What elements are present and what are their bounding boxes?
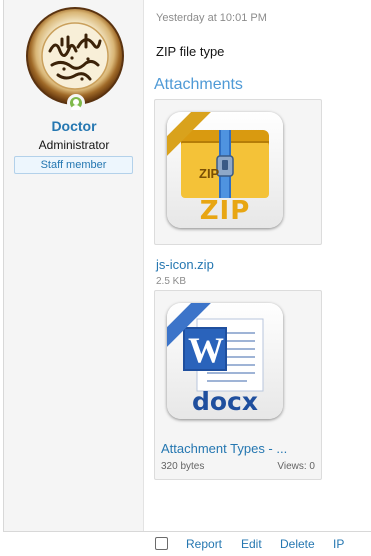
delete-link[interactable]: Delete [280,537,315,551]
ip-link[interactable]: IP [333,537,344,551]
username-link[interactable]: Doctor [4,118,144,134]
zip-small-label: ZIP [199,166,220,181]
attachment-views: Views: 0 [277,461,315,472]
attachment-size: 2.5 KB [156,276,187,287]
message-date[interactable]: Yesterday at 10:01 PM [156,12,267,24]
online-status-icon [67,94,85,112]
staff-banner: Staff member [14,156,133,174]
message-controls: Report Edit Delete IP [0,534,371,556]
zip-file-icon: ZIP ZIP [167,112,283,228]
zip-big-label: ZIP [199,196,251,226]
attachment-thumbnail-zip[interactable]: ZIP ZIP [154,99,322,245]
avatar[interactable] [26,7,124,105]
attachment-title-link[interactable]: Attachment Types - ... [161,441,317,456]
report-link[interactable]: Report [186,537,222,551]
attachment-filename[interactable]: js-icon.zip [156,257,214,272]
attachment-size: 320 bytes [161,461,205,472]
message-post: Doctor Administrator Staff member Yester… [3,0,371,532]
attachment-thumbnail-docx[interactable]: W docx Attachment Types - ... 320 bytes … [154,290,322,480]
select-message-checkbox[interactable] [155,537,168,550]
docx-label: docx [191,387,258,416]
user-title: Administrator [38,138,110,152]
attachments-heading: Attachments [154,76,243,93]
message-user-info: Doctor Administrator Staff member [4,0,144,531]
docx-letter: W [188,330,224,370]
avatar-container [26,7,124,112]
calligraphy-emblem-icon [41,22,109,90]
edit-link[interactable]: Edit [241,537,262,551]
message-body: ZIP file type [156,44,225,59]
docx-file-icon: W docx [167,303,283,419]
